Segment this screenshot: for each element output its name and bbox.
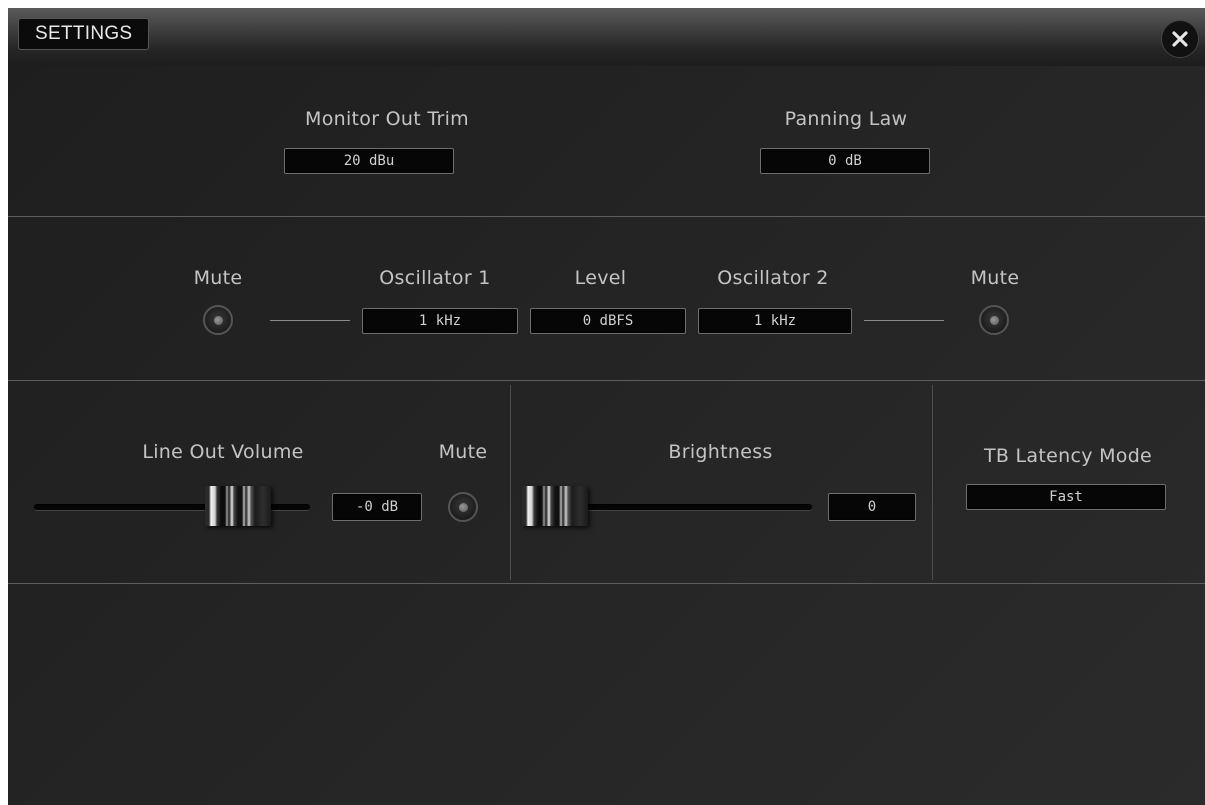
brightness-fader-handle[interactable] bbox=[522, 486, 588, 526]
connector-line-right bbox=[864, 320, 944, 321]
oscillator-2-label: Oscillator 2 bbox=[717, 267, 829, 289]
brightness-label: Brightness bbox=[668, 441, 773, 463]
mute-right-label: Mute bbox=[970, 267, 1020, 289]
panning-law-field[interactable]: 0 dB bbox=[760, 148, 930, 174]
title-bar: SETTINGS bbox=[8, 8, 1205, 66]
mute-button-icon bbox=[989, 315, 999, 325]
line-out-mute-button[interactable] bbox=[448, 492, 478, 522]
section-divider-2 bbox=[8, 380, 1205, 381]
oscillator-1-field[interactable]: 1 kHz bbox=[362, 308, 518, 334]
settings-window: SETTINGS Monitor Out Trim 20 dBu Panning… bbox=[8, 8, 1205, 805]
section-divider-3 bbox=[8, 583, 1205, 584]
tb-latency-mode-label: TB Latency Mode bbox=[983, 445, 1153, 467]
column-divider-1 bbox=[510, 385, 511, 580]
section-divider-1 bbox=[8, 216, 1205, 217]
monitor-out-trim-label: Monitor Out Trim bbox=[305, 108, 469, 130]
close-button[interactable] bbox=[1161, 20, 1199, 58]
brightness-field[interactable]: 0 bbox=[828, 493, 916, 521]
osc-mute-left-button[interactable] bbox=[203, 305, 233, 335]
line-out-mute-label: Mute bbox=[438, 441, 488, 463]
window-title: SETTINGS bbox=[18, 18, 150, 50]
oscillator-1-label: Oscillator 1 bbox=[379, 267, 491, 289]
level-field[interactable]: 0 dBFS bbox=[530, 308, 686, 334]
connector-line-left bbox=[270, 320, 350, 321]
oscillator-2-field[interactable]: 1 kHz bbox=[698, 308, 852, 334]
monitor-out-trim-field[interactable]: 20 dBu bbox=[284, 148, 454, 174]
close-icon bbox=[1172, 31, 1188, 47]
tb-latency-mode-select[interactable]: Fast bbox=[966, 484, 1166, 510]
panning-law-label: Panning Law bbox=[784, 108, 908, 130]
line-out-volume-field[interactable]: -0 dB bbox=[332, 493, 422, 521]
line-out-volume-label: Line Out Volume bbox=[142, 441, 304, 463]
osc-mute-right-button[interactable] bbox=[979, 305, 1009, 335]
level-label: Level bbox=[574, 267, 627, 289]
mute-button-icon bbox=[213, 315, 223, 325]
mute-left-label: Mute bbox=[193, 267, 243, 289]
mute-button-icon bbox=[458, 502, 468, 512]
line-out-volume-fader-handle[interactable] bbox=[205, 486, 271, 526]
column-divider-2 bbox=[932, 385, 933, 580]
